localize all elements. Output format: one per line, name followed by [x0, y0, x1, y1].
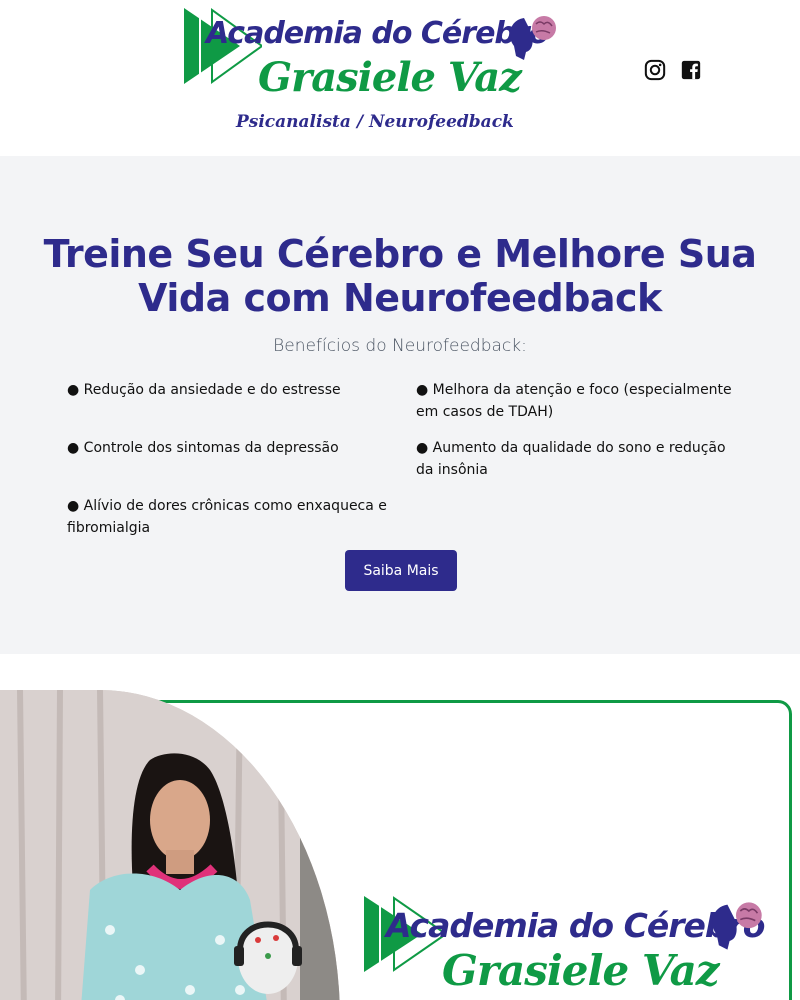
benefit-item: ● Redução da ansiedade e do estresse: [67, 382, 341, 398]
logo-brand-text: Academia do Cérebro: [206, 16, 549, 51]
about-logo: Academia do Cérebro Grasiele Vaz: [362, 894, 782, 1000]
benefit-item: ● Aumento da qualidade do sono e redução…: [416, 440, 726, 478]
logo-name-text: Grasiele Vaz: [258, 54, 522, 101]
facebook-icon[interactable]: [680, 59, 702, 81]
site-header: Academia do Cérebro Grasiele Vaz Psicana…: [0, 0, 800, 156]
site-logo[interactable]: Academia do Cérebro Grasiele Vaz Psicana…: [182, 4, 562, 140]
benefit-item: ● Controle dos sintomas da depressão: [67, 440, 339, 456]
hero-title: Treine Seu Cérebro e Melhore Sua Vida co…: [43, 232, 757, 320]
hero-section: Treine Seu Cérebro e Melhore Sua Vida co…: [0, 156, 800, 654]
about-section: Academia do Cérebro Grasiele Vaz: [0, 690, 800, 1000]
hero-subtitle: Benefícios do Neurofeedback:: [273, 336, 527, 356]
benefit-item: ● Melhora da atenção e foco (especialmen…: [416, 382, 732, 420]
social-links: [644, 59, 702, 81]
saiba-mais-button[interactable]: Saiba Mais: [345, 550, 457, 591]
instagram-icon[interactable]: [644, 59, 666, 81]
about-logo-name-text: Grasiele Vaz: [442, 946, 720, 995]
benefit-item: ● Alívio de dores crônicas como enxaquec…: [67, 498, 387, 536]
logo-tagline: Psicanalista / Neurofeedback: [236, 112, 514, 132]
